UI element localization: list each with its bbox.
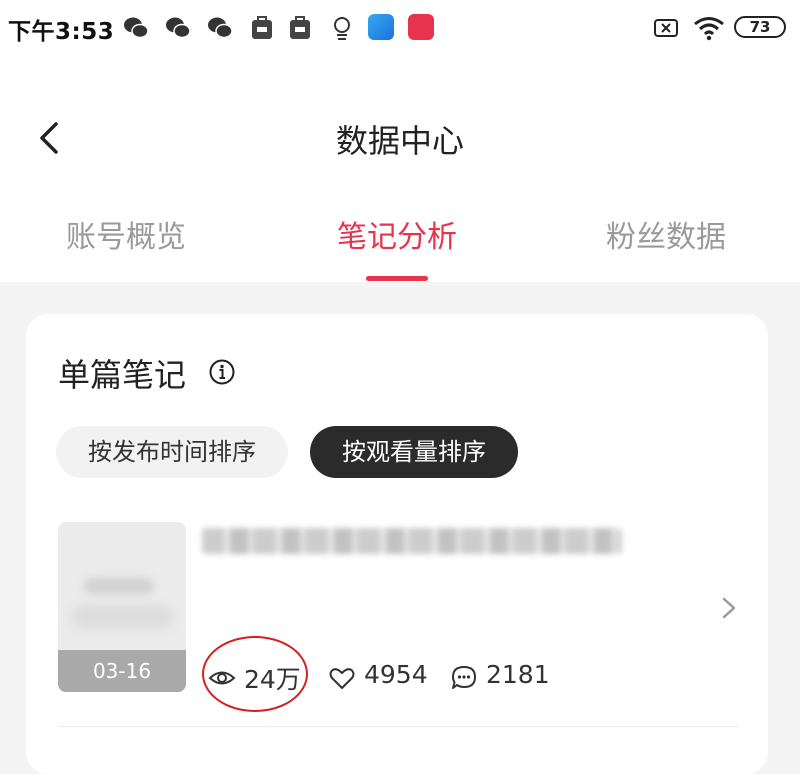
wechat-icon (166, 17, 191, 39)
mi-store-icon (252, 16, 272, 39)
likes-count: 4954 (364, 660, 428, 689)
sort-by-views-button[interactable]: 按观看量排序 (310, 426, 518, 478)
screen-off-icon (654, 19, 678, 37)
chevron-right-icon[interactable] (718, 594, 740, 622)
note-title-blurred[interactable] (202, 528, 622, 554)
info-icon[interactable] (208, 358, 236, 386)
wechat-icon (208, 17, 233, 39)
battery-icon: 73 (734, 16, 786, 38)
xiaohongshu-icon (408, 14, 434, 40)
page-title: 数据中心 (335, 122, 464, 160)
battery-level: 73 (749, 18, 771, 36)
tab-fan-data[interactable]: 粉丝数据 (546, 212, 786, 256)
section-title: 单篇笔记 (58, 356, 187, 394)
tab-account-overview[interactable]: 账号概览 (6, 212, 246, 256)
status-bar: 下午3:53 73 (0, 0, 800, 56)
divider (58, 726, 738, 727)
thumbnail-blurred-content (72, 606, 172, 628)
thumbnail-blurred-content (84, 578, 154, 594)
blue-app-icon (368, 14, 394, 40)
tab-note-analysis[interactable]: 笔记分析 (277, 212, 517, 256)
active-tab-indicator (366, 276, 428, 281)
note-date: 03-16 (58, 650, 186, 692)
comment-icon (452, 666, 476, 689)
views-highlight-annotation (202, 636, 308, 712)
single-note-card: 单篇笔记 按发布时间排序 按观看量排序 03-16 24万 4954 2181 (26, 314, 768, 774)
heart-icon (329, 668, 355, 689)
bulb-icon (334, 17, 350, 40)
wechat-icon (124, 17, 149, 39)
wifi-icon (694, 17, 724, 41)
comments-count: 2181 (486, 660, 550, 689)
mi-store-icon (290, 16, 310, 39)
status-time: 下午3:53 (8, 19, 115, 45)
sort-by-publish-time-button[interactable]: 按发布时间排序 (56, 426, 288, 478)
note-thumbnail[interactable]: 03-16 (58, 522, 186, 692)
